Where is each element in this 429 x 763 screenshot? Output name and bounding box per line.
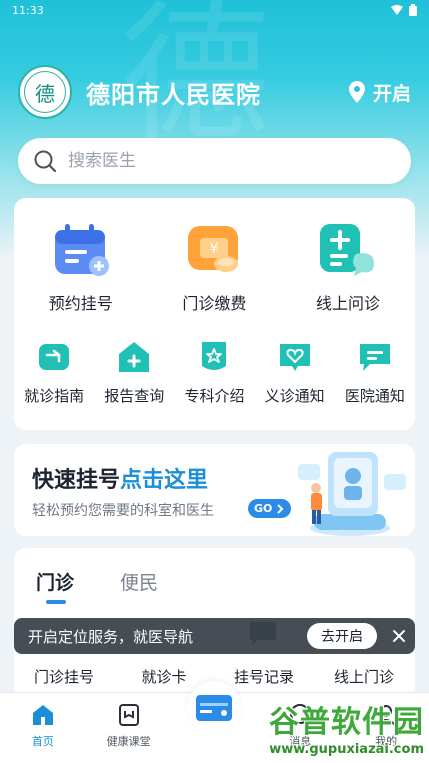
- service-label: 预约挂号: [48, 294, 113, 313]
- service-label: 就诊指南: [24, 387, 85, 405]
- service-report[interactable]: 报告查询: [94, 340, 174, 406]
- nav-label: 首页: [31, 735, 54, 748]
- header: 德 德阳市人民医院 开启: [18, 65, 411, 119]
- toast-message: 开启定位服务，就医导航: [28, 627, 194, 646]
- notice-icon: [359, 344, 390, 371]
- wifi-icon: [391, 5, 403, 15]
- status-icons: [391, 4, 417, 16]
- status-bar: 11:33: [0, 0, 429, 20]
- nav-label: 健康课堂: [106, 735, 151, 748]
- tab-convenience[interactable]: 便民: [120, 568, 158, 595]
- service-label: 医院通知: [344, 387, 405, 405]
- location-button[interactable]: 开启: [348, 79, 411, 106]
- service-label: 线上问诊: [315, 294, 380, 313]
- nav-home[interactable]: 首页: [0, 693, 86, 763]
- tab-outpatient[interactable]: 门诊: [36, 568, 74, 595]
- payment-icon: ¥: [182, 220, 246, 278]
- location-label: 开启: [372, 82, 411, 105]
- location-toast: 开启定位服务，就医导航 去开启: [14, 618, 415, 654]
- outpatient-item-records[interactable]: 挂号记录: [214, 666, 314, 687]
- quick-register-title: 快速挂号点击这里: [32, 462, 208, 494]
- search-bar[interactable]: [18, 138, 411, 184]
- service-label: 门诊缴费: [182, 294, 247, 313]
- location-pin-icon: [348, 81, 365, 103]
- quick-register-title-highlight: 点击这里: [120, 468, 209, 493]
- watermark-title: 谷普软件园: [269, 704, 424, 740]
- service-label: 报告查询: [104, 387, 165, 405]
- service-free-clinic[interactable]: 义诊通知: [255, 340, 335, 406]
- guide-icon: [39, 344, 70, 370]
- report-icon: [119, 342, 150, 372]
- service-guide[interactable]: 就诊指南: [14, 340, 94, 406]
- service-specialty[interactable]: 专科介绍: [174, 340, 254, 406]
- search-input[interactable]: [68, 151, 368, 171]
- hospital-logo-emblem: 德: [24, 71, 66, 113]
- sub-services-grid: 就诊指南 报告查询 专科介绍 义诊通知 医院通知: [14, 340, 415, 406]
- service-label: 专科介绍: [184, 387, 245, 405]
- specialty-icon: [202, 342, 227, 370]
- nav-health-class[interactable]: 健康课堂: [86, 693, 172, 763]
- tab-active-indicator: [46, 600, 66, 604]
- go-label: GO: [254, 502, 273, 515]
- service-online-consult[interactable]: 线上问诊: [281, 220, 415, 314]
- outpatient-item-card[interactable]: 就诊卡: [114, 666, 214, 687]
- service-hospital-notice[interactable]: 医院通知: [335, 340, 415, 406]
- main-services-grid: 预约挂号 ¥ 门诊缴费 线上问诊: [14, 220, 415, 314]
- search-icon: [34, 150, 56, 172]
- service-payment[interactable]: ¥ 门诊缴费: [148, 220, 282, 314]
- calendar-icon: [49, 220, 113, 278]
- enable-location-button[interactable]: 去开启: [307, 623, 377, 649]
- quick-register-subtitle: 轻松预约您需要的科室和医生: [32, 503, 214, 519]
- site-watermark: 谷普软件园 www.gupuxiazai.com: [228, 704, 424, 760]
- outpatient-item-register[interactable]: 门诊挂号: [14, 666, 114, 687]
- status-time: 11:33: [12, 3, 44, 17]
- battery-icon: [409, 4, 417, 16]
- quick-register-banner[interactable]: 快速挂号点击这里 轻松预约您需要的科室和医生 GO: [14, 444, 415, 536]
- free-clinic-icon: [279, 344, 310, 371]
- service-label: 义诊通知: [264, 387, 325, 405]
- classroom-icon: [118, 704, 139, 726]
- doctor-illustration: [298, 452, 406, 536]
- hospital-name: 德阳市人民医院: [86, 80, 261, 109]
- services-card: 预约挂号 ¥ 门诊缴费 线上问诊 就诊指南 报告查询 专科介绍 义诊通知 医院通…: [14, 198, 415, 430]
- home-icon: [32, 705, 53, 725]
- outpatient-item-online[interactable]: 线上门诊: [314, 666, 414, 687]
- service-appointment[interactable]: 预约挂号: [14, 220, 148, 314]
- close-icon: [393, 630, 405, 642]
- hospital-logo: 德: [18, 65, 72, 119]
- quick-register-title-main: 快速挂号: [32, 468, 121, 493]
- consult-icon: [316, 220, 380, 278]
- watermark-url: www.gupuxiazai.com: [269, 741, 424, 757]
- toast-close-button[interactable]: [383, 629, 415, 643]
- svg-text:¥: ¥: [210, 241, 219, 257]
